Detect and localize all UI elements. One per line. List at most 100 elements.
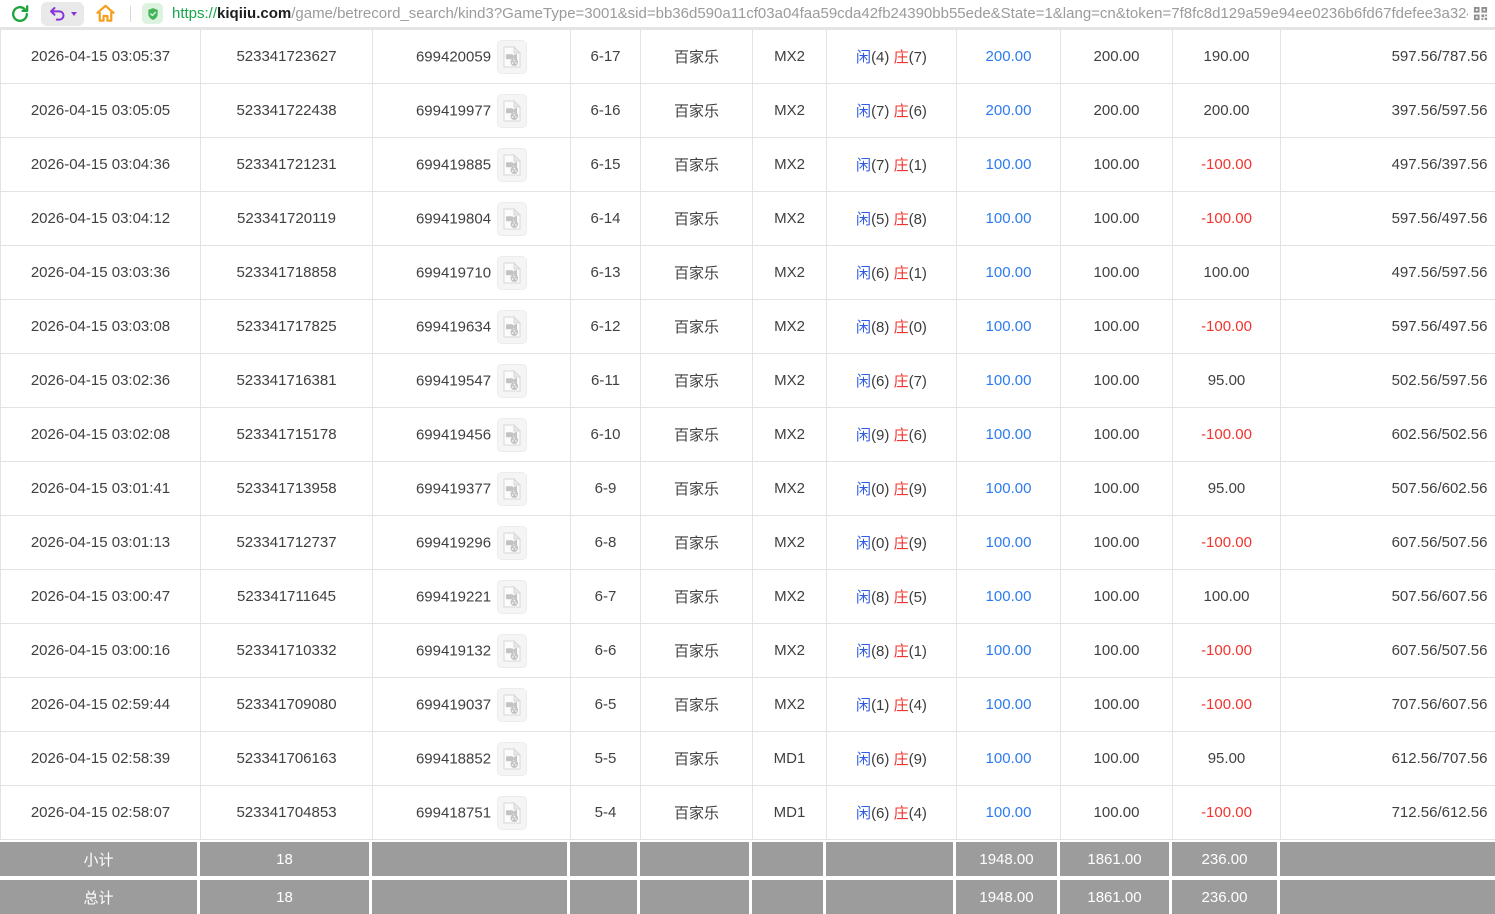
video-replay-icon <box>503 154 521 176</box>
video-replay-button[interactable] <box>497 418 527 452</box>
bet-amount: 100.00 <box>957 408 1061 462</box>
player-score: (6) <box>871 265 889 282</box>
video-replay-button[interactable] <box>497 364 527 398</box>
game-id-cell: 699419547 <box>373 354 571 408</box>
url-path: /game/betrecord_search/kind3?GameType=30… <box>291 5 1468 22</box>
table-code: MX2 <box>753 624 827 678</box>
total-count: 18 <box>200 880 372 914</box>
banker-result: 庄 <box>894 157 909 174</box>
total-win-loss: 236.00 <box>1172 880 1280 914</box>
game-id: 699419221 <box>416 588 491 605</box>
video-replay-button[interactable] <box>497 634 527 668</box>
game-id: 699419132 <box>416 642 491 659</box>
round-number: 6-11 <box>571 354 641 408</box>
bet-time: 2026-04-15 03:02:08 <box>1 408 201 462</box>
banker-result: 庄 <box>894 589 909 606</box>
banker-score: (9) <box>909 535 927 552</box>
video-replay-button[interactable] <box>497 688 527 722</box>
player-result: 闲 <box>856 373 871 390</box>
table-row: 2026-04-15 03:02:36523341716381699419547… <box>1 354 1495 408</box>
reload-button[interactable] <box>6 1 34 27</box>
bet-id: 523341713958 <box>201 462 373 516</box>
undo-dropdown-caret[interactable] <box>71 12 77 16</box>
address-url[interactable]: https://kiqiiu.com/game/betrecord_search… <box>172 5 1468 22</box>
balance: 707.56/607.56 <box>1281 678 1495 732</box>
result-cell: 闲(6) 庄(9) <box>827 732 957 786</box>
video-replay-button[interactable] <box>497 526 527 560</box>
video-replay-button[interactable] <box>497 472 527 506</box>
video-replay-button[interactable] <box>497 148 527 182</box>
subtotal-label: 小计 <box>0 842 200 876</box>
banker-result: 庄 <box>894 373 909 390</box>
video-replay-button[interactable] <box>497 796 527 830</box>
bet-time: 2026-04-15 02:58:07 <box>1 786 201 840</box>
home-button[interactable] <box>91 1 119 27</box>
balance: 507.56/607.56 <box>1281 570 1495 624</box>
round-number: 6-9 <box>571 462 641 516</box>
player-score: (6) <box>871 373 889 390</box>
balance: 602.56/502.56 <box>1281 408 1495 462</box>
banker-result: 庄 <box>894 211 909 228</box>
summary-empty-cell <box>640 880 752 914</box>
banker-score: (9) <box>909 751 927 768</box>
table-code: MX2 <box>753 462 827 516</box>
bet-amount: 100.00 <box>957 516 1061 570</box>
video-replay-button[interactable] <box>497 202 527 236</box>
table-row: 2026-04-15 03:01:41523341713958699419377… <box>1 462 1495 516</box>
bet-time: 2026-04-15 03:00:47 <box>1 570 201 624</box>
balance: 497.56/397.56 <box>1281 138 1495 192</box>
video-replay-button[interactable] <box>497 256 527 290</box>
player-score: (8) <box>871 589 889 606</box>
win-loss: -100.00 <box>1173 516 1281 570</box>
win-loss: 95.00 <box>1173 732 1281 786</box>
player-result: 闲 <box>856 211 871 228</box>
banker-score: (1) <box>909 265 927 282</box>
video-replay-icon <box>503 748 521 770</box>
game-id: 699419296 <box>416 534 491 551</box>
game-id-cell: 699419037 <box>373 678 571 732</box>
valid-amount: 100.00 <box>1061 408 1173 462</box>
banker-score: (0) <box>909 319 927 336</box>
table-code: MX2 <box>753 84 827 138</box>
valid-amount: 100.00 <box>1061 678 1173 732</box>
bet-time: 2026-04-15 03:01:13 <box>1 516 201 570</box>
qr-code-icon[interactable] <box>1473 6 1488 21</box>
bet-time: 2026-04-15 03:02:36 <box>1 354 201 408</box>
video-replay-button[interactable] <box>497 310 527 344</box>
balance: 597.56/497.56 <box>1281 192 1495 246</box>
reload-icon <box>10 4 30 24</box>
summary-empty-cell <box>570 880 640 914</box>
bet-time: 2026-04-15 03:05:05 <box>1 84 201 138</box>
browser-toolbar: https://kiqiiu.com/game/betrecord_search… <box>0 0 1495 29</box>
result-cell: 闲(4) 庄(7) <box>827 30 957 84</box>
result-cell: 闲(6) 庄(7) <box>827 354 957 408</box>
player-result: 闲 <box>856 157 871 174</box>
game-name: 百家乐 <box>641 516 753 570</box>
video-replay-button[interactable] <box>497 742 527 776</box>
valid-amount: 200.00 <box>1061 84 1173 138</box>
game-id-cell: 699419634 <box>373 300 571 354</box>
site-security-badge[interactable] <box>142 3 163 24</box>
subtotal-bet-amount: 1948.00 <box>956 842 1060 876</box>
undo-button[interactable] <box>41 2 84 26</box>
video-replay-button[interactable] <box>497 580 527 614</box>
valid-amount: 100.00 <box>1061 624 1173 678</box>
video-replay-button[interactable] <box>497 40 527 74</box>
table-row: 2026-04-15 03:00:47523341711645699419221… <box>1 570 1495 624</box>
player-result: 闲 <box>856 49 871 66</box>
bet-amount: 100.00 <box>957 786 1061 840</box>
bet-id: 523341704853 <box>201 786 373 840</box>
player-result: 闲 <box>856 589 871 606</box>
table-code: MX2 <box>753 408 827 462</box>
bet-id: 523341715178 <box>201 408 373 462</box>
game-name: 百家乐 <box>641 786 753 840</box>
player-result: 闲 <box>856 643 871 660</box>
table-row: 2026-04-15 03:00:16523341710332699419132… <box>1 624 1495 678</box>
video-replay-button[interactable] <box>497 94 527 128</box>
total-label: 总计 <box>0 880 200 914</box>
balance: 607.56/507.56 <box>1281 516 1495 570</box>
bet-amount: 100.00 <box>957 300 1061 354</box>
banker-result: 庄 <box>894 751 909 768</box>
video-replay-icon <box>503 100 521 122</box>
round-number: 5-4 <box>571 786 641 840</box>
